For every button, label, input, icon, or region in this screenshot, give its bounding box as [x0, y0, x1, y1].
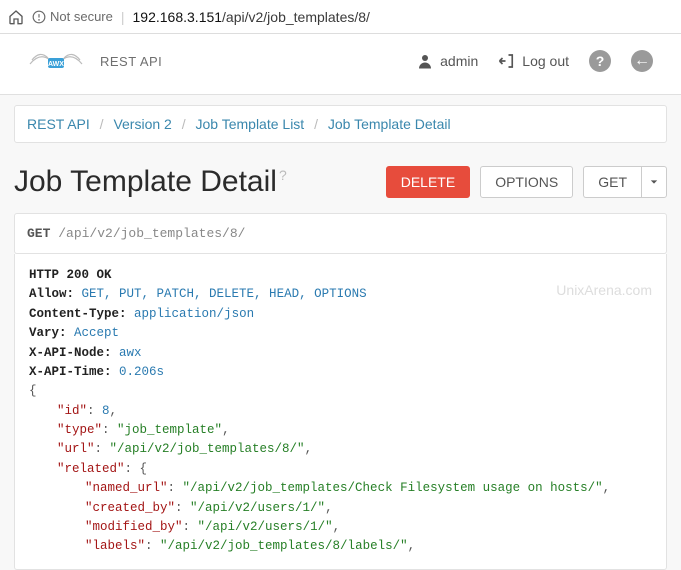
logout-label: Log out: [522, 53, 569, 69]
security-status[interactable]: Not secure: [32, 9, 113, 24]
get-button-group: GET: [583, 166, 667, 198]
request-box: GET /api/v2/job_templates/8/: [14, 213, 667, 254]
request-path: /api/v2/job_templates/8/: [58, 226, 245, 241]
svg-text:AWX: AWX: [48, 61, 64, 68]
response-box: UnixArena.com HTTP 200 OK Allow: GET, PU…: [14, 254, 667, 570]
breadcrumb: REST API / Version 2 / Job Template List…: [14, 105, 667, 143]
help-icon[interactable]: ?: [589, 50, 611, 72]
address-bar: Not secure | 192.168.3.151/api/v2/job_te…: [0, 0, 681, 34]
breadcrumb-item[interactable]: REST API: [27, 116, 90, 132]
user-menu[interactable]: admin: [416, 52, 478, 70]
username: admin: [440, 53, 478, 69]
logout-button[interactable]: Log out: [498, 52, 569, 70]
breadcrumb-item[interactable]: Job Template Detail: [328, 116, 451, 132]
back-icon[interactable]: ←: [631, 50, 653, 72]
breadcrumb-item[interactable]: Version 2: [113, 116, 171, 132]
options-button[interactable]: OPTIONS: [480, 166, 573, 198]
get-button[interactable]: GET: [583, 166, 641, 198]
awx-logo[interactable]: AWX: [28, 46, 84, 76]
separator: |: [121, 9, 125, 25]
request-method: GET: [27, 226, 50, 241]
navbar: AWX REST API admin Log out ? ←: [0, 34, 681, 95]
url-text[interactable]: 192.168.3.151/api/v2/job_templates/8/: [133, 9, 370, 25]
home-icon[interactable]: [8, 9, 24, 25]
page-title: Job Template Detail?: [14, 165, 287, 199]
breadcrumb-item[interactable]: Job Template List: [196, 116, 305, 132]
watermark: UnixArena.com: [556, 280, 652, 302]
brand-text: REST API: [100, 54, 162, 69]
help-hint-icon[interactable]: ?: [279, 167, 287, 183]
security-text: Not secure: [50, 9, 113, 24]
get-dropdown-toggle[interactable]: [641, 166, 667, 198]
delete-button[interactable]: DELETE: [386, 166, 470, 198]
